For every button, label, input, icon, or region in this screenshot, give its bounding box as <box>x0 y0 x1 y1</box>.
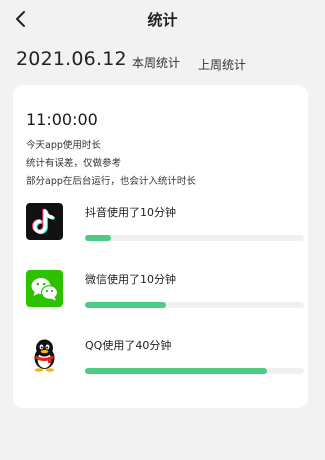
tab-last-week[interactable]: 上周统计 <box>198 56 246 73</box>
app-row-qq[interactable]: QQ使用了40分钟 <box>26 336 304 376</box>
note-today-usage: 今天app使用时长 <box>26 140 101 151</box>
qq-icon <box>26 336 63 373</box>
app-row-wechat[interactable]: 微信使用了10分钟 <box>26 270 304 310</box>
note-background-apps: 部分app在后台运行，也会计入统计时长 <box>26 176 196 187</box>
app-usage-label: 抖音使用了10分钟 <box>85 206 176 219</box>
usage-card: 11:00:00 今天app使用时长 统计有误差，仅做参考 部分app在后台运行… <box>13 85 308 408</box>
date-label: 2021.06.12 <box>16 48 127 70</box>
douyin-icon <box>26 203 63 240</box>
usage-bar-fill <box>85 302 167 308</box>
usage-bar-track <box>85 368 304 374</box>
total-usage-time: 11:00:00 <box>26 110 98 129</box>
nav-bar: 统计 <box>0 0 325 38</box>
wechat-icon <box>26 270 63 307</box>
app-usage-label: QQ使用了40分钟 <box>85 339 172 352</box>
usage-bar-fill <box>85 235 112 241</box>
note-error-disclaimer: 统计有误差，仅做参考 <box>26 158 122 169</box>
app-row-douyin[interactable]: 抖音使用了10分钟 <box>26 203 304 243</box>
page-title: 统计 <box>147 11 178 29</box>
usage-bar-track <box>85 302 304 308</box>
usage-bar-fill <box>85 368 267 374</box>
usage-bar-track <box>85 235 304 241</box>
tab-this-week[interactable]: 本周统计 <box>132 54 180 71</box>
app-usage-label: 微信使用了10分钟 <box>85 273 176 286</box>
usage-stats-page: 统计 2021.06.12 本周统计 上周统计 11:00:00 今天app使用… <box>0 0 325 460</box>
